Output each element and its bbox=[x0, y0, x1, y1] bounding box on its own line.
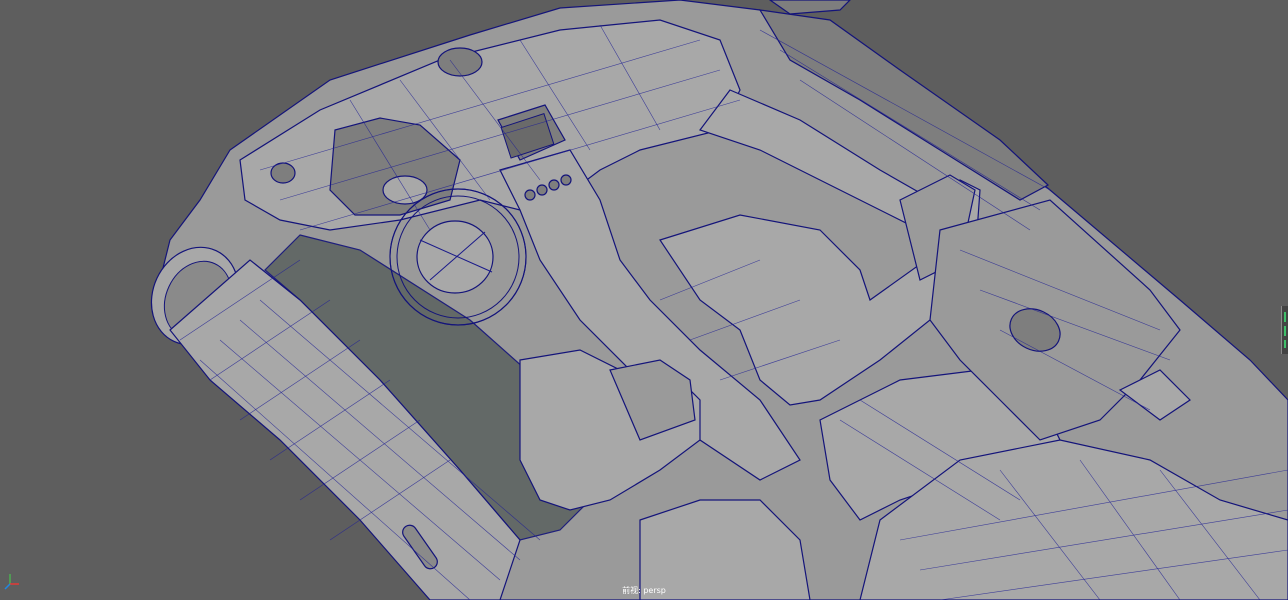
console-button-1[interactable] bbox=[524, 189, 536, 201]
speaker-grille-left bbox=[437, 47, 483, 77]
speaker-grille-small bbox=[270, 162, 296, 184]
camera-name-label: 前视: persp bbox=[622, 586, 666, 595]
console-button-4[interactable] bbox=[560, 174, 572, 186]
console-button-2[interactable] bbox=[536, 184, 548, 196]
steering-wheel-hub[interactable] bbox=[416, 220, 494, 294]
viewport-side-handle[interactable] bbox=[1281, 306, 1288, 354]
maya-viewport-persp[interactable]: 前视: persp bbox=[0, 0, 1288, 600]
car-wireframe-model[interactable] bbox=[0, 0, 1288, 600]
console-button-3[interactable] bbox=[548, 179, 560, 191]
rearview-mirror[interactable] bbox=[768, 0, 851, 15]
